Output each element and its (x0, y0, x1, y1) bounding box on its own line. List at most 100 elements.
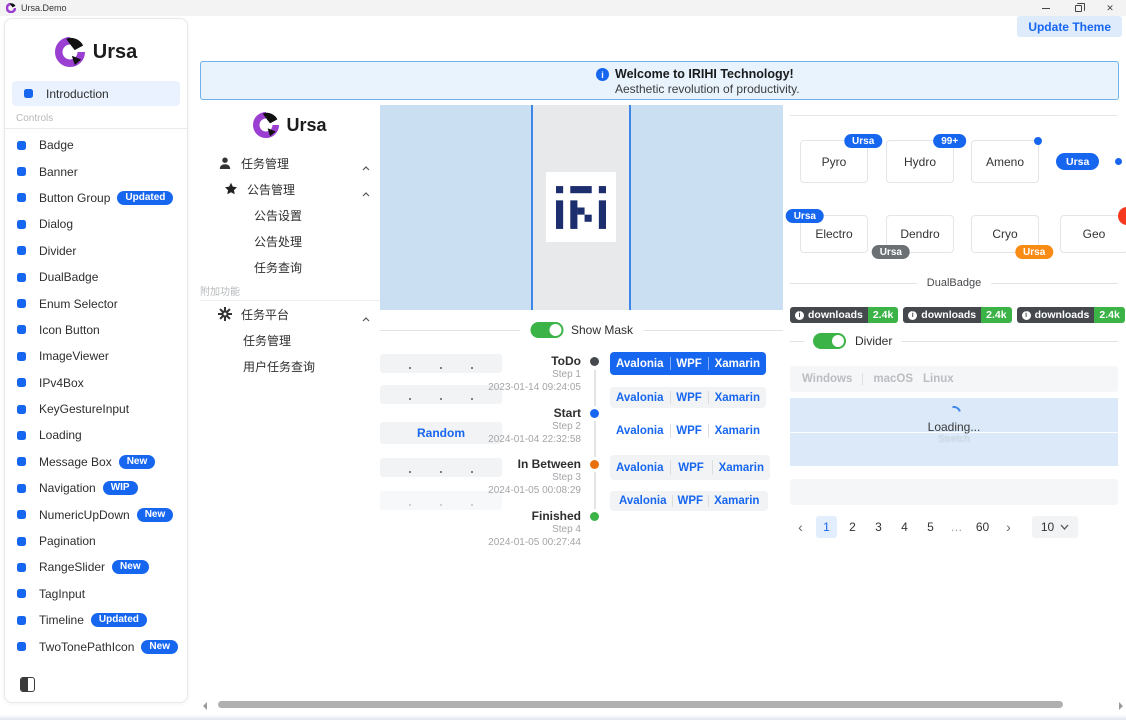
new-badge: New (112, 560, 149, 574)
page-button-4[interactable]: 4 (894, 516, 915, 538)
bullet-icon (17, 510, 26, 519)
sidebar-item-rangeslider[interactable]: RangeSliderNew (5, 554, 187, 580)
button-group-borderless: Avalonia WPF Xamarin (610, 420, 766, 442)
avalonia-button[interactable]: Avalonia (610, 425, 670, 437)
show-mask-row: Show Mask (380, 321, 783, 339)
sidebar-collapse-button[interactable] (20, 677, 35, 692)
sidebar-item-dialog[interactable]: Dialog (5, 211, 187, 237)
wpf-button[interactable]: WPF (670, 392, 708, 404)
sidebar-item-ipv4box[interactable]: IPv4Box (5, 370, 187, 396)
sidebar-item-divider[interactable]: Divider (5, 238, 187, 264)
prev-page-button[interactable]: ‹ (790, 516, 811, 538)
menu-item-task-management-2[interactable]: 任务管理 (200, 327, 380, 353)
section-divider (790, 115, 1118, 116)
sidebar-item-twotonepathicon[interactable]: TwoTonePathIconNew (5, 633, 187, 659)
xamarin-button[interactable]: Xamarin (709, 425, 766, 437)
sidebar-item-message-box[interactable]: Message BoxNew (5, 449, 187, 475)
sidebar-item-icon-button[interactable]: Icon Button (5, 317, 187, 343)
badge-row-1: Pyro Ursa Hydro 99+ Ameno Ursa (790, 140, 1126, 183)
avalonia-button[interactable]: Avalonia (610, 358, 670, 370)
wpf-button[interactable]: WPF (670, 358, 708, 370)
sidebar-item-loading[interactable]: Loading (5, 422, 187, 448)
sidebar-item-enum-selector[interactable]: Enum Selector (5, 290, 187, 316)
pagination: ‹ 1 2 3 4 5 … 60 › 10 (790, 516, 1078, 538)
sidebar-item-dualbadge[interactable]: DualBadge (5, 264, 187, 290)
sidebar-item-numericupdown[interactable]: NumericUpDownNew (5, 501, 187, 527)
task-menu: 任务管理 公告管理 公告设置 公告处理 任务查询 附加功能 任务平台 任务管理 … (200, 150, 380, 379)
chevron-up-icon[interactable] (362, 160, 370, 174)
update-theme-button[interactable]: Update Theme (1017, 16, 1122, 37)
menu-item-user-task-query[interactable]: 用户任务查询 (200, 353, 380, 379)
wpf-button[interactable]: WPF (670, 425, 708, 437)
bullet-icon (17, 589, 26, 598)
avalonia-button[interactable]: Avalonia (614, 495, 672, 507)
page-ellipsis[interactable]: … (946, 516, 967, 538)
page-button-3[interactable]: 3 (868, 516, 889, 538)
irihi-logo-icon (556, 186, 606, 229)
show-mask-label: Show Mask (571, 323, 633, 337)
sidebar-item-timeline[interactable]: TimelineUpdated (5, 607, 187, 633)
sidebar-item-introduction[interactable]: Introduction (12, 81, 180, 106)
xamarin-button[interactable]: Xamarin (709, 358, 766, 370)
horizontal-scrollbar[interactable] (200, 699, 1126, 712)
close-button[interactable] (1094, 0, 1126, 16)
bullet-icon (17, 299, 26, 308)
wpf-button[interactable]: WPF (673, 495, 709, 507)
dualbadge-samples: downloads2.4k downloads2.4k downloads2.4… (790, 301, 1126, 329)
red-dot-badge (1118, 207, 1126, 225)
sidebar-item-taginput[interactable]: TagInput (5, 581, 187, 607)
timeline-item-finished: Finished Step 4 2024-01-05 00:27:44 (455, 509, 605, 561)
page-button-2[interactable]: 2 (842, 516, 863, 538)
show-mask-toggle[interactable] (530, 322, 563, 338)
bullet-icon (17, 273, 26, 282)
page-size-select[interactable]: 10 (1032, 516, 1078, 538)
scrollbar-thumb[interactable] (218, 701, 1063, 708)
menu-item-announcement-processing[interactable]: 公告处理 (200, 228, 380, 254)
minimize-button[interactable] (1030, 0, 1062, 16)
page-button-1[interactable]: 1 (816, 516, 837, 538)
timeline-item-in-between: In Between Step 3 2024-01-05 00:08:29 (455, 457, 605, 509)
octet-dot (409, 398, 412, 401)
sidebar-item-navigation[interactable]: NavigationWIP (5, 475, 187, 501)
badge-card-ameno: Ameno (971, 140, 1039, 183)
timeline: ToDo Step 1 2023-01-14 09:24:05 Start St… (455, 354, 605, 560)
bullet-icon (17, 352, 26, 361)
updated-badge: Updated (117, 191, 173, 205)
sidebar-item-keygestureinput[interactable]: KeyGestureInput (5, 396, 187, 422)
xamarin-button[interactable]: Xamarin (709, 392, 766, 404)
menu-item-task-management[interactable]: 任务管理 (200, 150, 380, 176)
badge-card-dendro: Dendro Ursa (886, 215, 954, 253)
image-viewer[interactable] (380, 105, 783, 310)
avalonia-button[interactable]: Avalonia (610, 462, 670, 474)
scroll-left-icon[interactable] (203, 702, 207, 710)
windows-button-disabled: Windows (802, 373, 852, 385)
wpf-button[interactable]: WPF (671, 462, 712, 474)
sidebar-item-badge[interactable]: Badge (5, 132, 187, 158)
new-badge: New (137, 508, 174, 522)
avalonia-button[interactable]: Avalonia (610, 392, 670, 404)
button-group-disabled: Windows macOS Linux (790, 366, 1118, 392)
page-button-60[interactable]: 60 (972, 516, 993, 538)
menu-item-task-platform[interactable]: 任务平台 (200, 301, 380, 327)
menu-item-announcement-management[interactable]: 公告管理 (200, 176, 380, 202)
linux-button-disabled: Linux (923, 373, 954, 385)
sidebar-item-banner[interactable]: Banner (5, 158, 187, 184)
updated-badge: Updated (91, 613, 147, 627)
sidebar-item-button-group[interactable]: Button GroupUpdated (5, 185, 187, 211)
menu-item-task-query[interactable]: 任务查询 (200, 254, 380, 280)
sidebar-item-imageviewer[interactable]: ImageViewer (5, 343, 187, 369)
timeline-dot-finished (590, 512, 599, 521)
menu-item-announcement-settings[interactable]: 公告设置 (200, 202, 380, 228)
sidebar-item-pagination[interactable]: Pagination (5, 528, 187, 554)
ursa-logo: Ursa (5, 35, 187, 69)
chevron-up-icon[interactable] (362, 311, 370, 325)
divider-toggle[interactable] (813, 333, 846, 349)
xamarin-button[interactable]: Xamarin (709, 495, 764, 507)
scroll-right-icon[interactable] (1119, 702, 1123, 710)
page-button-5[interactable]: 5 (920, 516, 941, 538)
next-page-button[interactable]: › (998, 516, 1019, 538)
chevron-up-icon[interactable] (362, 186, 370, 200)
maximize-button[interactable] (1062, 0, 1094, 16)
ursa-badge-gray: Ursa (872, 245, 910, 259)
xamarin-button[interactable]: Xamarin (713, 462, 770, 474)
